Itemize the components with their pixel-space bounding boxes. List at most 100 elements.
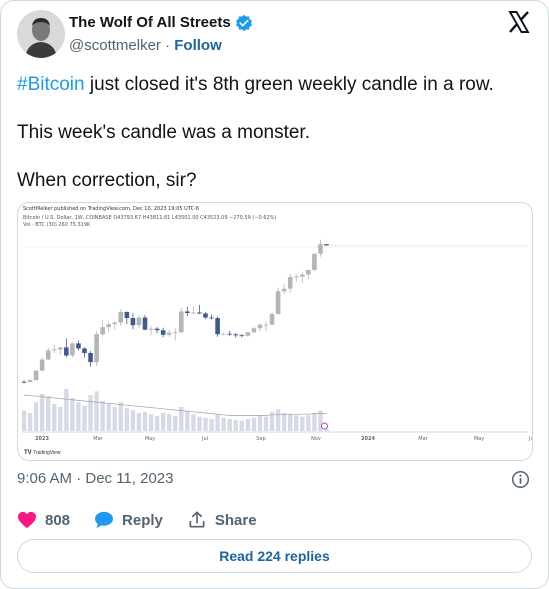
candle-body	[130, 318, 136, 326]
volume-bar	[251, 417, 257, 431]
volume-ma-line	[23, 394, 327, 416]
volume-bar	[233, 420, 238, 431]
volume-bar	[203, 417, 208, 431]
timestamp[interactable]: 9:06 AM · Dec 11, 2023	[17, 470, 173, 487]
volume-bar	[185, 410, 190, 431]
candle-body	[263, 324, 269, 326]
candle-body	[70, 343, 75, 356]
candle-body	[293, 276, 299, 278]
volume-bar	[227, 419, 232, 431]
chart-image[interactable]: ScottMelker published on TradingView.com…	[17, 202, 533, 461]
reply-button[interactable]: Reply	[94, 511, 163, 529]
info-icon[interactable]	[511, 470, 530, 489]
volume-bar	[288, 414, 293, 431]
tweet-card: The Wolf Of All Streets @scottmelker · F…	[0, 0, 549, 589]
candle-body	[318, 244, 323, 254]
candle-body	[233, 334, 239, 336]
candle-body	[94, 334, 99, 363]
candle-body	[160, 330, 166, 335]
volume-bar	[167, 414, 172, 431]
candle-body	[191, 312, 196, 314]
candle-body	[51, 349, 57, 351]
volume-bar	[281, 413, 287, 431]
avatar[interactable]	[17, 10, 65, 58]
follow-button[interactable]: Follow	[174, 37, 222, 54]
candle-body	[215, 318, 220, 335]
handle-row: @scottmelker · Follow	[69, 37, 222, 54]
read-replies-button[interactable]: Read 224 replies	[17, 539, 532, 573]
volume-bar	[112, 407, 117, 431]
volume-bar	[215, 414, 220, 431]
volume-bar	[239, 420, 244, 431]
candle-body	[148, 328, 154, 330]
tweet-line-2: This week's candle was a monster.	[17, 122, 310, 143]
candle-body	[154, 328, 160, 331]
candle-body	[100, 327, 105, 335]
volume-bar	[173, 416, 178, 431]
candle-body	[21, 381, 27, 383]
volume-bar	[154, 416, 160, 431]
x-tick-label: Nov	[311, 436, 321, 442]
volume-bar	[160, 413, 166, 431]
volume-bar	[52, 404, 57, 431]
candle-body	[209, 317, 214, 319]
candle-body	[76, 343, 81, 349]
volume-bar	[257, 415, 263, 431]
tweet-line-1-text: just closed it's 8th green weekly candle…	[84, 74, 494, 95]
candle-body	[227, 333, 232, 335]
x-tick-label: 2024	[361, 436, 375, 442]
candle-body	[287, 277, 293, 289]
x-tick-label: Jul	[528, 436, 532, 442]
x-tick-label: Mar	[93, 436, 103, 442]
candle-body	[306, 269, 311, 275]
volume-bar	[294, 415, 299, 431]
tweet-text: #Bitcoin just closed it's 8th green week…	[17, 73, 537, 217]
reply-label: Reply	[122, 511, 163, 529]
volume-bar	[142, 411, 148, 431]
volume-bar	[106, 404, 111, 431]
volume-bar	[312, 413, 317, 431]
volume-bar	[76, 402, 81, 431]
volume-bar	[245, 419, 251, 431]
candle-body	[64, 347, 69, 356]
volume-bar	[100, 401, 105, 431]
volume-bar	[306, 415, 311, 431]
candle-body	[281, 288, 287, 292]
candle-body	[39, 359, 45, 371]
candle-body	[118, 311, 124, 323]
x-tick-label: May	[474, 436, 484, 442]
author-handle[interactable]: @scottmelker	[69, 37, 161, 54]
volume-bar	[197, 416, 202, 431]
volume-bar	[221, 417, 226, 431]
hashtag-link[interactable]: #Bitcoin	[17, 74, 85, 95]
author-name[interactable]: The Wolf Of All Streets	[69, 14, 231, 31]
candle-body	[257, 324, 263, 329]
x-tick-label: Mar	[418, 436, 428, 442]
candle-body	[245, 332, 251, 336]
volume-bar	[148, 414, 154, 431]
volume-bar	[124, 408, 130, 431]
volume-bar	[58, 407, 63, 431]
candle-body	[239, 335, 245, 337]
tradingview-label: TradingView	[32, 450, 61, 456]
volume-bar	[64, 389, 69, 431]
candle-body	[185, 311, 190, 313]
volume-bar	[275, 409, 281, 431]
candle-body	[251, 328, 257, 333]
x-tick-label: 2023	[35, 436, 49, 442]
share-icon	[189, 511, 205, 528]
x-logo-icon[interactable]	[507, 10, 531, 34]
candle-body	[203, 313, 208, 318]
candle-body	[106, 324, 111, 328]
volume-bar	[70, 398, 75, 431]
candle-body	[221, 333, 226, 335]
separator-dot: ·	[165, 37, 171, 54]
x-tick-label: May	[145, 436, 155, 442]
volume-bar	[300, 416, 305, 431]
volume-bar	[209, 419, 214, 431]
like-button[interactable]: 808	[17, 511, 70, 529]
candle-body	[33, 370, 39, 381]
share-button[interactable]: Share	[187, 510, 257, 530]
share-label: Share	[214, 511, 257, 529]
candlestick-chart: 2023 Mar May Jul Sep Nov 2024 Mar May Jul	[21, 239, 532, 442]
